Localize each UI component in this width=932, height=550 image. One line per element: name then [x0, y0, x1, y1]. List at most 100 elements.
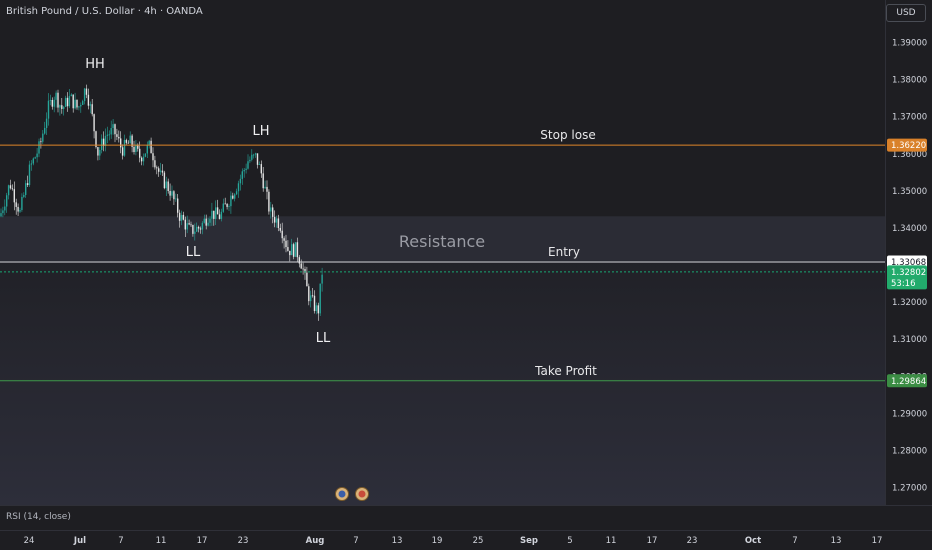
x-tick-label: Jul	[73, 536, 86, 546]
candle-body	[85, 88, 88, 95]
rsi-indicator-label[interactable]: RSI (14, close)	[6, 512, 71, 522]
x-tick-label: Aug	[306, 536, 325, 546]
candle-body	[0, 213, 2, 217]
y-tick-label: 1.29000	[892, 409, 927, 419]
x-tick-label: 17	[647, 536, 658, 546]
candle-body	[74, 99, 76, 109]
candle	[292, 242, 295, 260]
candle-body	[245, 168, 247, 170]
candle	[28, 160, 31, 187]
candle-body	[152, 153, 154, 161]
candle-body	[47, 100, 50, 119]
candle-body	[106, 134, 109, 136]
x-tick-label: 23	[687, 536, 698, 546]
candle-body	[216, 207, 219, 215]
candle-body	[70, 94, 72, 97]
x-tick-label: 11	[606, 536, 617, 546]
candle-body	[173, 191, 175, 200]
candle-body	[283, 238, 285, 241]
candle-body	[13, 189, 15, 203]
x-tick-label: 17	[872, 536, 883, 546]
y-tick-label: 1.28000	[892, 446, 927, 456]
x-tick-label: 7	[353, 536, 358, 546]
candle-body	[154, 160, 156, 168]
candle-body	[266, 186, 268, 192]
price-chart[interactable]: Resistance Stop lose Entry Take Profit HH LH L…	[0, 0, 932, 550]
candle-body	[51, 99, 53, 107]
candle-body	[253, 154, 255, 156]
flag-icon-center	[338, 490, 346, 498]
x-tick-label: Sep	[520, 536, 538, 546]
candle-body	[116, 134, 118, 137]
candle-body	[87, 94, 90, 106]
candle-body	[110, 128, 112, 135]
candle-body	[205, 218, 207, 226]
candle-body	[40, 141, 42, 143]
candle-body	[17, 206, 19, 212]
candle-body	[232, 195, 234, 199]
candle-body	[118, 136, 120, 139]
candle-body	[281, 230, 283, 239]
candle-body	[121, 147, 124, 156]
candle-body	[203, 218, 205, 223]
candle-body	[135, 144, 137, 153]
candle-body	[190, 224, 192, 226]
candle-body	[64, 97, 67, 107]
currency-button[interactable]: USD	[886, 4, 926, 22]
candle-body	[222, 203, 224, 212]
x-axis: 24 Jul 7 11 17 23 Aug 7 13 19 25 Sep 5 11 17 23 Oct 7 13 17	[24, 536, 883, 546]
x-tick-label: 24	[24, 536, 35, 546]
candle-body	[28, 164, 31, 185]
candle-body	[76, 99, 78, 108]
ll-label-2: LL	[316, 331, 331, 346]
candle-body	[215, 207, 217, 219]
candle-body	[63, 106, 65, 109]
candle-body	[270, 207, 272, 212]
candle-body	[89, 104, 91, 106]
candle	[319, 283, 321, 316]
candle-body	[78, 106, 80, 108]
candle-body	[294, 242, 297, 257]
x-tick-label: 13	[392, 536, 403, 546]
candle-body	[201, 222, 204, 230]
x-tick-label: 5	[567, 536, 572, 546]
candle-body	[211, 210, 213, 219]
stop-price-tag: 1.36220	[887, 138, 927, 152]
candle-body	[9, 185, 12, 189]
candle-body	[213, 210, 215, 219]
candle-body	[177, 198, 179, 213]
candle-body	[272, 207, 274, 217]
y-tick-label: 1.31000	[892, 335, 927, 345]
candle-body	[296, 242, 299, 258]
candle-body	[234, 194, 236, 199]
candle-body	[91, 104, 93, 115]
resistance-zone-label: Resistance	[399, 232, 485, 251]
candle-body	[302, 268, 304, 270]
candle-body	[188, 223, 190, 225]
candle-body	[112, 124, 114, 129]
candle-body	[82, 101, 84, 105]
candle-body	[123, 139, 126, 156]
candle-body	[310, 295, 312, 302]
candle	[294, 242, 297, 258]
x-tick-label: 25	[473, 536, 484, 546]
y-tick-label: 1.37000	[892, 113, 927, 123]
x-tick-label: 7	[792, 536, 797, 546]
candle-body	[180, 214, 183, 221]
candle-body	[171, 191, 173, 196]
candle-body	[156, 167, 158, 169]
candle-body	[34, 157, 36, 159]
candle-body	[251, 154, 253, 160]
candle-body	[178, 212, 181, 221]
y-tick-label: 1.39000	[892, 39, 927, 49]
candle-body	[129, 135, 131, 144]
y-tick-label: 1.27000	[892, 484, 927, 494]
current-price-tag: 1.3280253:16	[887, 265, 927, 290]
candle-body	[182, 214, 185, 220]
candle-body	[59, 105, 61, 108]
candle-body	[38, 141, 40, 154]
candle-body	[7, 185, 10, 196]
candle-body	[23, 194, 25, 197]
candle-body	[243, 169, 245, 172]
candle-body	[26, 183, 29, 185]
